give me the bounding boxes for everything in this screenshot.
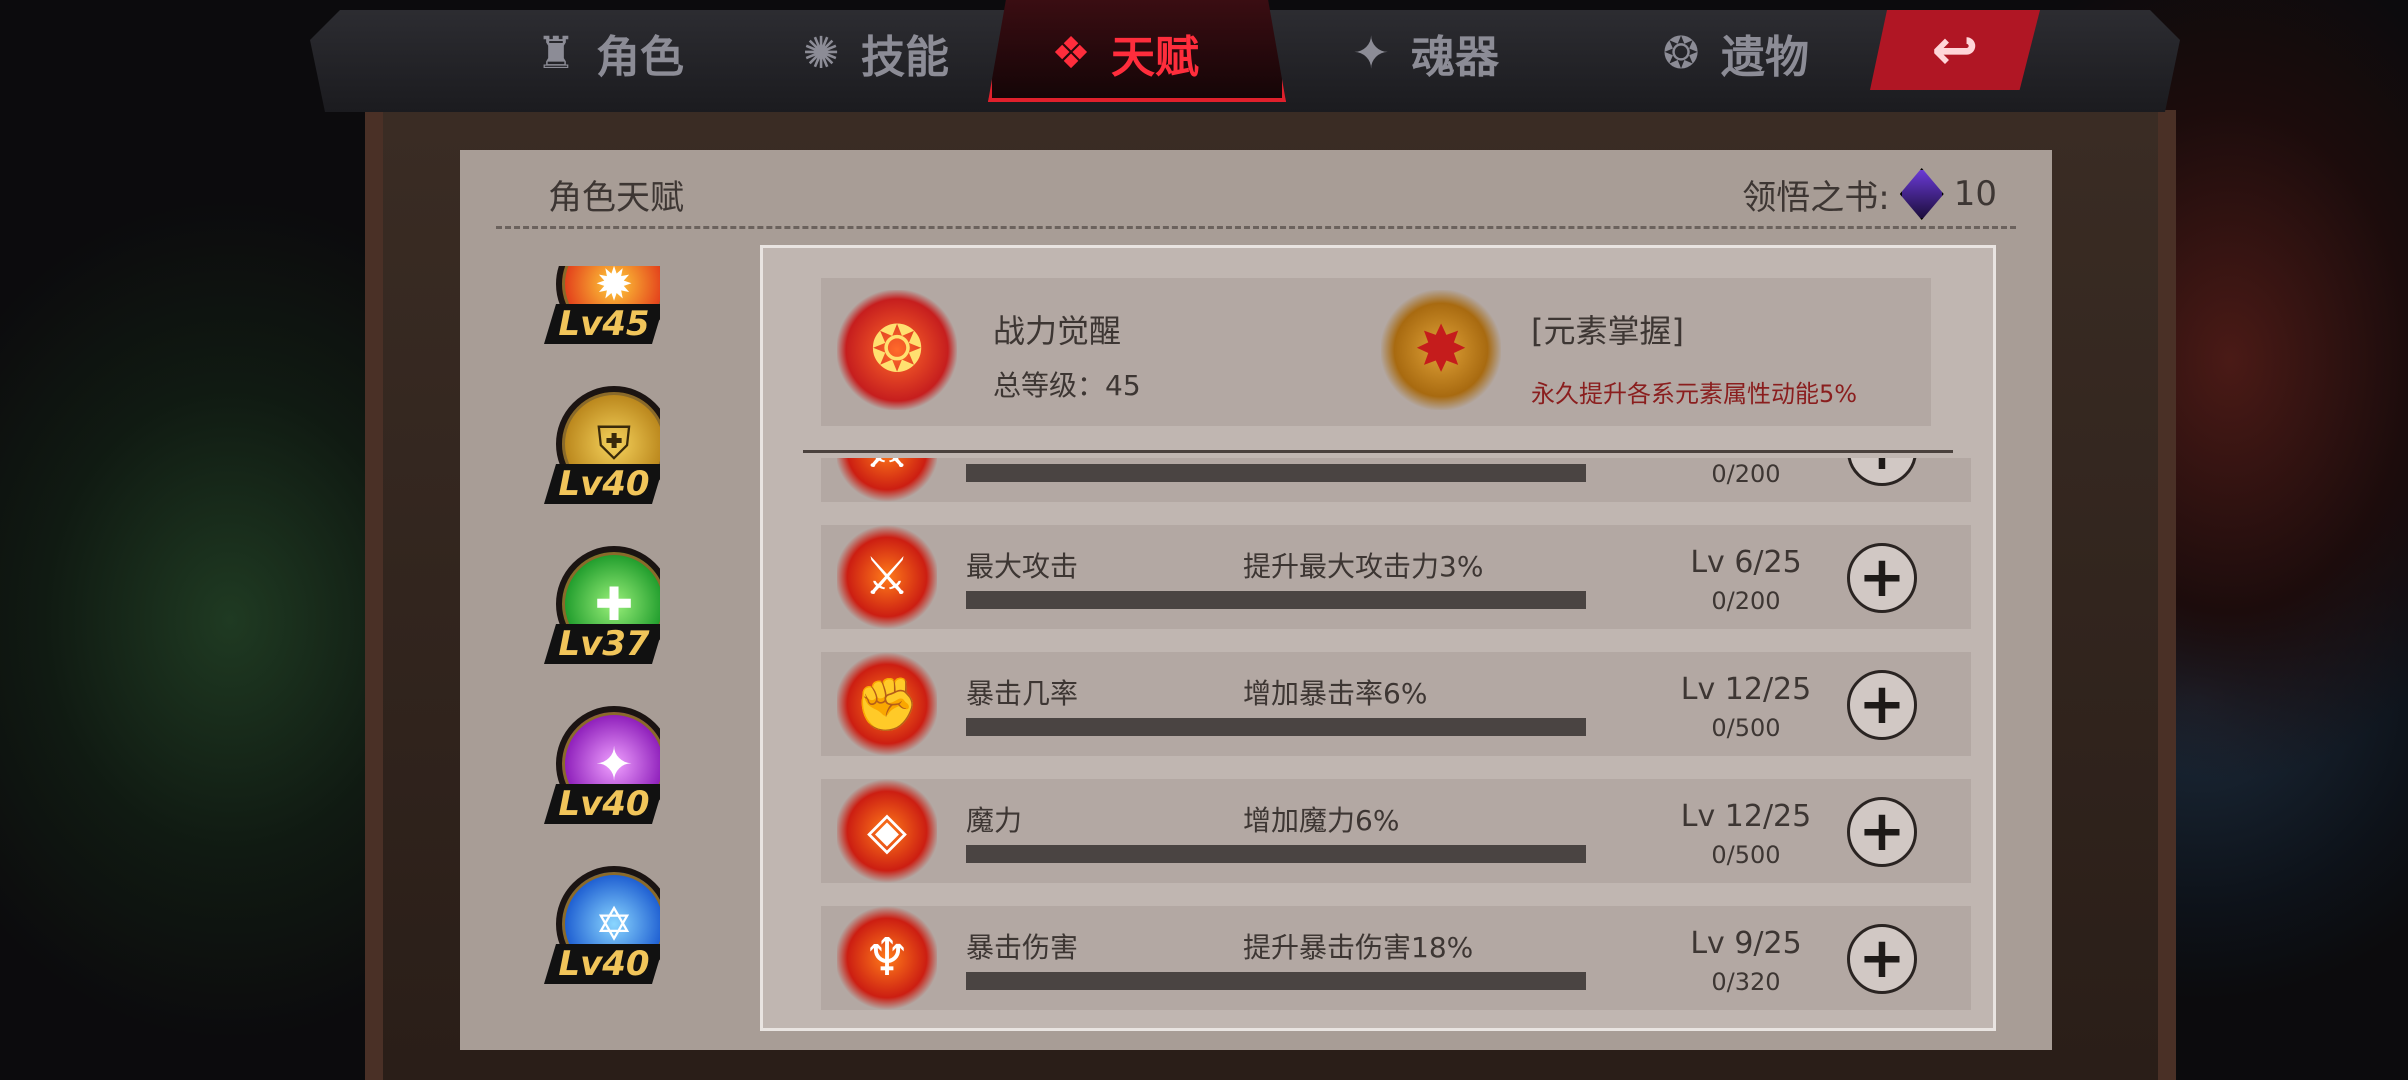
upgrade-plus-button[interactable]: + (1847, 670, 1917, 740)
awakening-total-level: 总等级：45 (993, 369, 1141, 402)
talent-row: ♆ 暴击伤害 提升暴击伤害18% Lv 9/25 0/320 + (821, 906, 1971, 1010)
talent-progress-bar (966, 464, 1586, 482)
talent-level: Lv 9/25 (1690, 926, 1802, 961)
talent-list[interactable]: ⚔ 0/200 + ⚔ 最大攻击 提升最大攻击力3% Lv 6/25 0/200… (763, 458, 1993, 1028)
tab-talents-label: 天赋 (1111, 32, 1199, 83)
upgrade-plus-button[interactable]: + (1847, 797, 1917, 867)
talent-progress-bar (966, 591, 1586, 609)
sword-flame-icon: ⚔ (837, 525, 937, 629)
talent-desc: 增加魔力6% (1243, 804, 1400, 837)
tab-character[interactable]: ♜ 角色 (530, 18, 684, 88)
talent-progress-text: 0/200 (1711, 587, 1781, 615)
comprehension-book-counter: 领悟之书: 10 (1742, 168, 1997, 220)
talent-diamond-icon: ❖ (1051, 27, 1091, 79)
element-mastery-name: [元素掌握] (1531, 312, 1684, 350)
talent-desc: 增加暴击率6% (1243, 677, 1428, 710)
tab-talents[interactable]: ❖ 天赋 (1045, 18, 1199, 88)
talent-name: 魔力 (966, 804, 1023, 837)
talent-row: ⚔ 最大攻击 提升最大攻击力3% Lv 6/25 0/200 + (821, 525, 1971, 629)
awakening-flame-icon: ❂ (837, 290, 957, 410)
talent-name: 最大攻击 (966, 550, 1079, 583)
upgrade-plus-button[interactable]: + (1847, 543, 1917, 613)
talent-progress-bar (966, 718, 1586, 736)
talent-name: 暴击几率 (966, 677, 1079, 710)
roster-level: Lv40 (544, 464, 660, 504)
character-roster[interactable]: ✹ Lv45 ⛨ Lv40 ✚ Lv37 ✦ Lv40 ✡ Lv40 (500, 266, 660, 1050)
skill-swirl-icon: ✺ (802, 27, 840, 79)
soul-vessel-icon: ✦ (1352, 27, 1390, 79)
talent-level: Lv 12/25 (1680, 672, 1812, 707)
tab-skills[interactable]: ✺ 技能 (795, 18, 949, 88)
book-label: 领悟之书: (1742, 177, 1890, 218)
talent-level: Lv 6/25 (1690, 545, 1802, 580)
talent-content: ❂ 战力觉醒 总等级：45 ✸ [元素掌握] 永久提升各系元素属性动能5% ⚔ … (760, 245, 1996, 1031)
talent-row: ◈ 魔力 增加魔力6% Lv 12/25 0/500 + (821, 779, 1971, 883)
title-divider (496, 226, 2016, 229)
roster-level: Lv37 (544, 624, 660, 664)
talent-progress-text: 0/500 (1711, 714, 1781, 742)
talent-panel: 角色天赋 领悟之书: 10 ✹ Lv45 ⛨ Lv40 ✚ Lv37 ✦ Lv4… (460, 150, 2052, 1050)
tab-relics-label: 遗物 (1721, 32, 1809, 83)
content-separator (803, 450, 1953, 453)
tab-relics[interactable]: ❂ 遗物 (1655, 18, 1809, 88)
roster-item-fire[interactable]: ✹ Lv45 (544, 266, 660, 344)
roster-level: Lv40 (544, 944, 660, 984)
helmet-icon: ♜ (536, 27, 576, 79)
roster-level: Lv45 (544, 304, 660, 344)
fist-flame-icon: ✊ (837, 652, 937, 756)
talent-row: ⚔ 0/200 + (821, 458, 1971, 502)
upgrade-plus-button[interactable]: + (1847, 458, 1917, 486)
tab-character-label: 角色 (596, 32, 684, 83)
rune-flame-icon: ◈ (837, 779, 937, 883)
talent-progress-text: 0/200 (1711, 460, 1781, 488)
book-count: 10 (1953, 174, 1997, 214)
back-arrow-icon: ↩ (1931, 17, 1979, 83)
upgrade-plus-button[interactable]: + (1847, 924, 1917, 994)
roster-item-hex[interactable]: ✡ Lv40 (544, 866, 660, 984)
talent-progress-text: 0/320 (1711, 968, 1781, 996)
talent-level: Lv 12/25 (1680, 799, 1812, 834)
demon-flame-icon: ♆ (837, 906, 937, 1010)
relic-icon: ❂ (1662, 27, 1700, 79)
purple-gem-icon (1899, 168, 1944, 220)
talent-desc: 提升暴击伤害18% (1243, 931, 1474, 964)
element-mastery-desc: 永久提升各系元素属性动能5% (1531, 380, 1858, 408)
awakening-card: ❂ 战力觉醒 总等级：45 ✸ [元素掌握] 永久提升各系元素属性动能5% (821, 278, 1931, 426)
tab-soul-vessel-label: 魂器 (1411, 32, 1499, 83)
tab-soul-vessel[interactable]: ✦ 魂器 (1345, 18, 1499, 88)
roster-level: Lv40 (544, 784, 660, 824)
roster-item-heal[interactable]: ✚ Lv37 (544, 546, 660, 664)
talent-progress-text: 0/500 (1711, 841, 1781, 869)
talent-progress-bar (966, 972, 1586, 990)
roster-item-arcane[interactable]: ✦ Lv40 (544, 706, 660, 824)
sword-flame-icon: ⚔ (837, 458, 937, 502)
roster-item-shield[interactable]: ⛨ Lv40 (544, 386, 660, 504)
panel-title: 角色天赋 (548, 178, 684, 218)
talent-name: 暴击伤害 (966, 931, 1079, 964)
back-button[interactable]: ↩ (1870, 10, 2040, 90)
tab-skills-label: 技能 (861, 32, 949, 83)
awakening-name: 战力觉醒 (993, 312, 1122, 350)
talent-desc: 提升最大攻击力3% (1243, 550, 1484, 583)
talent-progress-bar (966, 845, 1586, 863)
talent-row: ✊ 暴击几率 增加暴击率6% Lv 12/25 0/500 + (821, 652, 1971, 756)
element-mastery-icon: ✸ (1381, 290, 1501, 410)
